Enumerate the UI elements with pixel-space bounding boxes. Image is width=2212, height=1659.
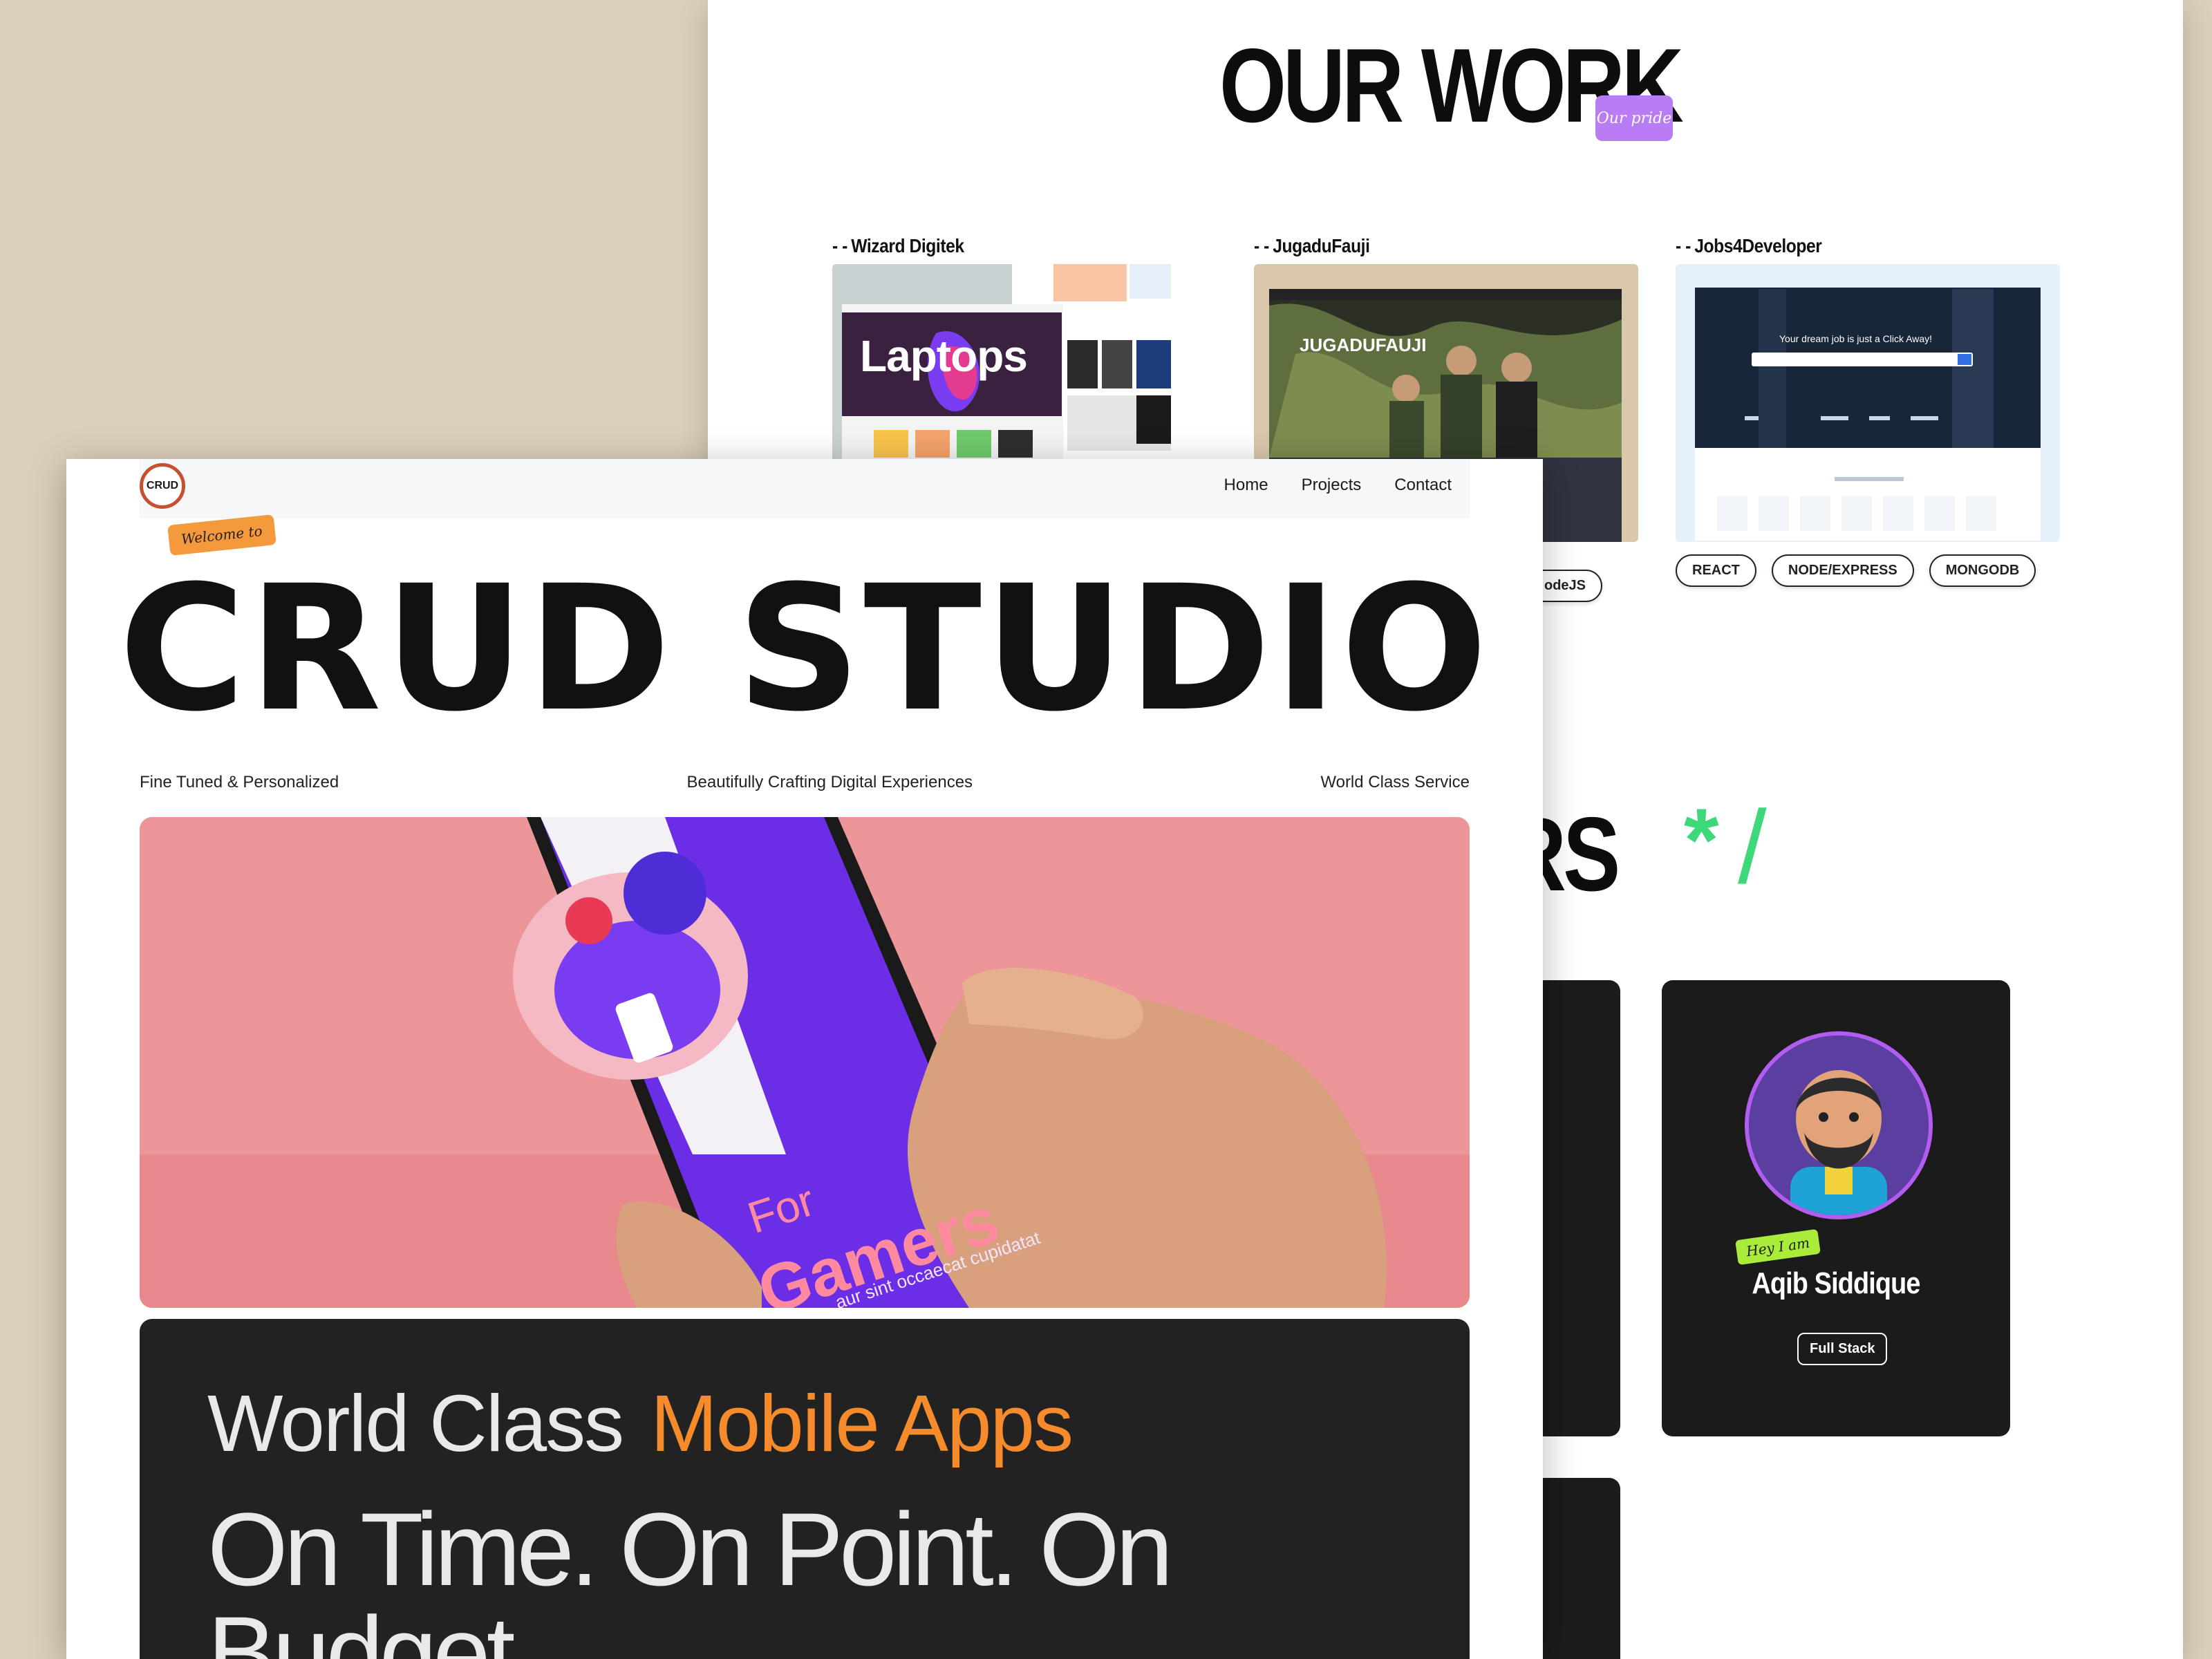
tech-tag-node-express: NODE/EXPRESS <box>1771 554 1914 587</box>
tech-tag-react: REACT <box>1676 554 1756 587</box>
tech-tag-mongodb: MONGODB <box>1929 554 2036 587</box>
jobs4developer-headline: Your dream job is just a Click Away! <box>1779 333 1932 344</box>
hero-image: For Gamers aur sint occaecat cupidatat <box>140 817 1470 1308</box>
project-thumbnail[interactable]: Your dream job is just a Click Away! <box>1676 264 2060 542</box>
project-name: Jobs4Developer <box>1694 235 1822 256</box>
creator-name: Aqib Siddique <box>1752 1266 1920 1300</box>
panel-headline: World Class Mobile Apps <box>207 1378 1074 1468</box>
navbar: Home Projects Contact <box>140 459 1470 518</box>
avatar <box>1745 1031 1933 1219</box>
project-name: JugaduFauji <box>1273 235 1370 256</box>
avatar-illustration <box>1749 1035 1929 1215</box>
nav-contact[interactable]: Contact <box>1394 476 1452 495</box>
panel-tagline: On Time. On Point. On Budget <box>207 1491 1173 1659</box>
jugadufauji-banner-text: JUGADUFAUJI <box>1300 335 1427 355</box>
services-panel: World Class Mobile Apps On Time. On Point… <box>140 1319 1470 1659</box>
creator-card[interactable]: Hey I am Aqib Siddique Full Stack <box>1662 980 2010 1436</box>
jobs4developer-screenshot <box>1695 288 2041 541</box>
subtitle-row: Fine Tuned & Personalized Beautifully Cr… <box>140 773 1470 792</box>
crud-studio-page: Home Projects Contact CRUD Welcome to CR… <box>66 459 1543 1659</box>
project-card-jobs4developer[interactable]: - - Jobs4Developer Your dream job is jus… <box>1676 235 2060 587</box>
hero-title: CRUD STUDIO <box>118 548 1491 749</box>
our-pride-tag: Our pride <box>1595 95 1673 141</box>
phone-in-hand-illustration <box>140 817 1470 1308</box>
nav-home[interactable]: Home <box>1224 476 1268 495</box>
subtitle-left: Fine Tuned & Personalized <box>140 773 339 791</box>
tech-tags: REACT NODE/EXPRESS MONGODB <box>1676 554 2060 587</box>
asterisk-icon: * <box>1684 789 1719 890</box>
nav-links: Home Projects Contact <box>1224 476 1452 495</box>
subtitle-center: Beautifully Crafting Digital Experiences <box>686 773 973 791</box>
subtitle-right: World Class Service <box>1320 773 1470 791</box>
slash-decoration: / <box>1738 789 1767 905</box>
laptops-banner-text: Laptops <box>860 331 1028 381</box>
project-name: Wizard Digitek <box>851 235 964 256</box>
crud-logo[interactable]: CRUD <box>140 463 185 509</box>
hey-i-am-tag: Hey I am <box>1735 1228 1821 1266</box>
nav-projects[interactable]: Projects <box>1302 476 1362 495</box>
panel-accent: Mobile Apps <box>650 1378 1074 1468</box>
creator-role: Full Stack <box>1797 1333 1888 1365</box>
